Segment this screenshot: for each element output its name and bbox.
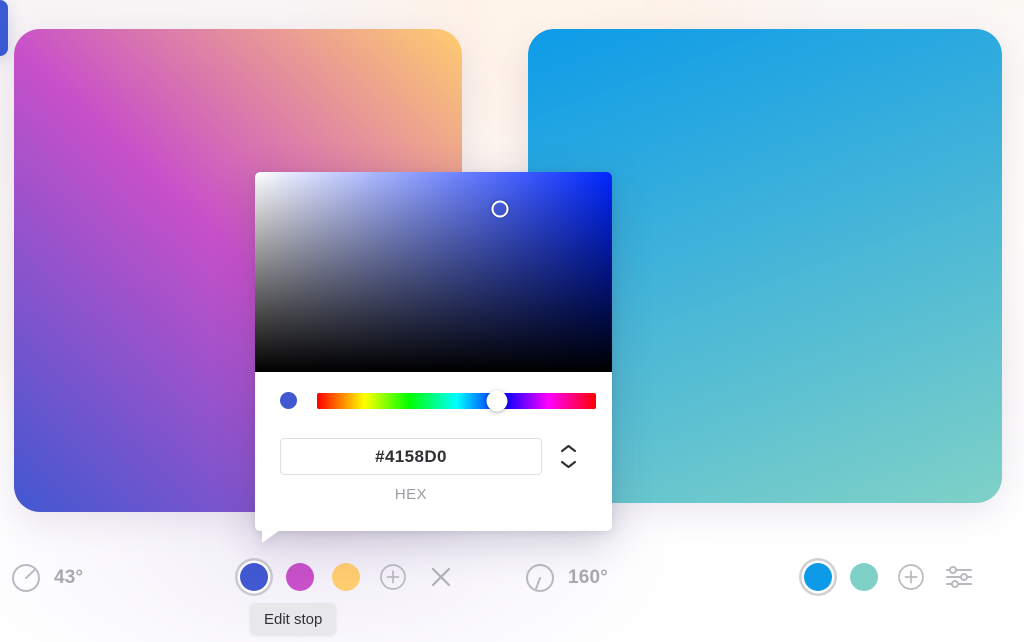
tooltip-label: Edit stop (264, 610, 323, 628)
plus-circle-icon (898, 564, 924, 590)
hue-slider-thumb[interactable] (486, 390, 508, 411)
hex-format-label: HEX (394, 486, 428, 503)
hex-row: #4158D0 (255, 438, 612, 475)
saturation-value-area[interactable] (255, 172, 612, 372)
left-angle-value: 43° (54, 567, 84, 588)
plus-circle-icon (380, 564, 406, 590)
right-add-stop-button[interactable] (896, 562, 926, 592)
chevron-up-icon[interactable] (560, 444, 577, 453)
hue-row (255, 390, 612, 411)
sv-black-layer (255, 172, 612, 372)
edit-stop-tooltip: Edit stop (250, 603, 337, 635)
angle-dial-icon[interactable] (10, 562, 42, 594)
current-color-swatch (280, 392, 297, 409)
hidden-card-peek[interactable] (0, 0, 8, 56)
color-picker-popover[interactable]: #4158D0 HEX (255, 172, 612, 543)
right-angle-widget[interactable]: 160° (524, 562, 608, 594)
hex-format-stepper[interactable] (560, 444, 577, 469)
add-stop-button[interactable] (378, 562, 408, 592)
remove-stop-button[interactable] (426, 562, 456, 592)
stop-dot-1[interactable] (240, 563, 268, 591)
close-x-icon (431, 567, 451, 587)
sv-marker-handle[interactable] (491, 200, 509, 218)
popover-tail (262, 530, 280, 543)
right-stop-dot-2[interactable] (850, 563, 878, 591)
color-picker-body: #4158D0 HEX (255, 372, 612, 531)
gradient-editor-app: 43° 160° #4158D0 HEX Edit stop (0, 0, 1024, 642)
bottom-toolbar: 43° 160° (0, 538, 1024, 642)
chevron-down-icon[interactable] (560, 460, 577, 469)
right-stop-row (804, 562, 974, 592)
right-angle-value: 160° (568, 567, 609, 588)
stop-dot-3[interactable] (332, 563, 360, 591)
angle-dial-icon[interactable] (524, 562, 556, 594)
hue-slider[interactable] (317, 390, 596, 411)
left-stop-row (240, 562, 456, 592)
left-angle-widget[interactable]: 43° (10, 562, 83, 594)
stop-dot-2[interactable] (286, 563, 314, 591)
hex-input[interactable]: #4158D0 (280, 438, 542, 475)
gradient-settings-button[interactable] (944, 562, 974, 592)
right-stop-dot-1[interactable] (804, 563, 832, 591)
sliders-settings-icon (946, 566, 972, 588)
